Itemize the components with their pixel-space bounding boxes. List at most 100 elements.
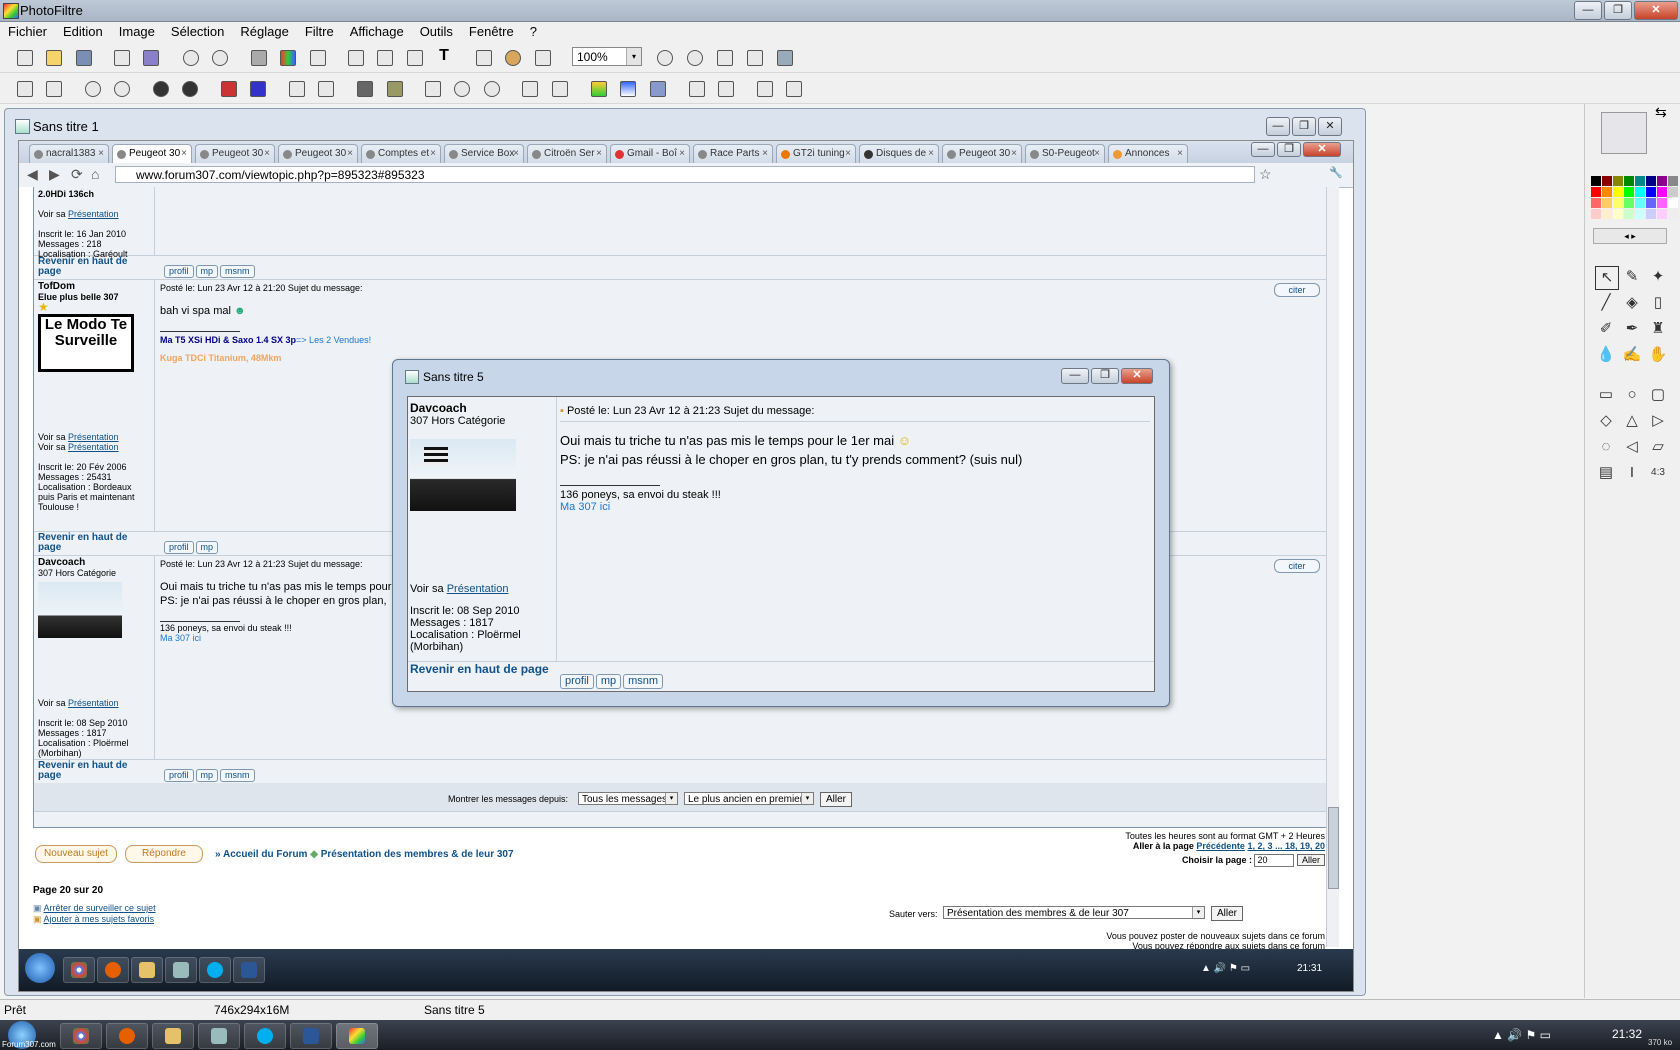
- ellipse-select-icon[interactable]: ○: [1621, 384, 1643, 406]
- presentation-link[interactable]: Présentation: [68, 698, 119, 708]
- rounded-rect-icon[interactable]: ▢: [1647, 384, 1669, 406]
- color-swatch[interactable]: [1613, 198, 1623, 208]
- fill-bucket-icon[interactable]: ◈: [1621, 292, 1643, 314]
- rotate-icon[interactable]: [754, 78, 774, 98]
- pm-button[interactable]: mp: [595, 674, 622, 689]
- img-maximize-button[interactable]: ❐: [1091, 368, 1119, 384]
- doc-minimize-button[interactable]: —: [1266, 117, 1290, 136]
- go-page-button[interactable]: Aller: [1296, 854, 1325, 866]
- firefox-app[interactable]: [106, 1023, 148, 1049]
- new-file-icon[interactable]: [14, 47, 34, 67]
- color-swatch[interactable]: [1635, 187, 1645, 197]
- saturation-minus-icon[interactable]: [218, 78, 238, 98]
- photofiltre-app[interactable]: [336, 1023, 378, 1049]
- color-swatch[interactable]: [1613, 209, 1623, 219]
- browser-close-button[interactable]: ✕: [1303, 142, 1341, 157]
- gradient-icon[interactable]: [588, 78, 608, 98]
- pen-icon[interactable]: ✒: [1621, 318, 1643, 340]
- color-swatch[interactable]: [1602, 198, 1612, 208]
- color-swatch[interactable]: [1646, 176, 1656, 186]
- sharpen-icon[interactable]: [422, 78, 442, 98]
- crop-icon[interactable]: [404, 47, 424, 67]
- color-palette-icon[interactable]: [277, 47, 297, 67]
- stamp-icon[interactable]: ♜: [1647, 318, 1669, 340]
- zoom-select[interactable]: 100% ▾: [572, 47, 642, 66]
- actual-size-icon[interactable]: [744, 47, 764, 67]
- back-to-top-link[interactable]: Revenir en haut de page: [38, 761, 148, 781]
- window-icon[interactable]: [532, 47, 552, 67]
- contrast-plus-icon[interactable]: [179, 78, 199, 98]
- browser-tab[interactable]: Race Parts ×: [693, 144, 773, 163]
- color-swatch[interactable]: [1591, 209, 1601, 219]
- color-swatch[interactable]: [1646, 198, 1656, 208]
- sort-order-select[interactable]: Le plus ancien en premier ▾: [684, 792, 814, 805]
- color-swatch[interactable]: [1657, 198, 1667, 208]
- forward-icon[interactable]: ▶: [49, 166, 60, 183]
- inner-skype-app[interactable]: [199, 957, 231, 983]
- mosaic-icon[interactable]: [384, 78, 404, 98]
- transform-icon[interactable]: [783, 78, 803, 98]
- texture-icon[interactable]: [647, 78, 667, 98]
- layer-tree-icon[interactable]: [473, 47, 493, 67]
- pm-button[interactable]: mp: [195, 769, 219, 782]
- browser-tab[interactable]: Service Box ×: [444, 144, 524, 163]
- browser-tab[interactable]: Peugeot 30 ×: [278, 144, 358, 163]
- palette-scroll-arrows[interactable]: ◂ ▸: [1593, 228, 1667, 244]
- line-tool-icon[interactable]: ╱: [1595, 292, 1617, 314]
- chrome-app[interactable]: [60, 1023, 102, 1049]
- settings-wrench-icon[interactable]: 🔧: [1329, 166, 1343, 179]
- breadcrumb-forum-home[interactable]: Accueil du Forum: [223, 849, 307, 860]
- back-to-top-link[interactable]: Revenir en haut de page: [38, 533, 148, 553]
- jump-go-button[interactable]: Aller: [1211, 906, 1244, 921]
- menu-affichage[interactable]: Affichage: [342, 22, 412, 42]
- previous-page-link[interactable]: Précédente: [1196, 841, 1245, 851]
- diamond-select-icon[interactable]: ◇: [1595, 410, 1617, 432]
- go-button[interactable]: Aller: [820, 792, 853, 807]
- messages-since-select[interactable]: Tous les messages ▾: [578, 792, 678, 805]
- img-minimize-button[interactable]: —: [1061, 368, 1089, 384]
- signature-link[interactable]: Ma 307 ici: [560, 501, 610, 513]
- color-swatch[interactable]: [1668, 198, 1678, 208]
- hand-tool-icon[interactable]: ✋: [1647, 344, 1669, 366]
- stop-watching-link[interactable]: Arrêter de surveiller ce sujet: [44, 903, 156, 913]
- msn-button[interactable]: msnm: [220, 265, 255, 278]
- fit-window-icon[interactable]: [714, 47, 734, 67]
- color-swatch[interactable]: [1591, 176, 1601, 186]
- polygon-lasso-icon[interactable]: ◁: [1621, 436, 1643, 458]
- gradient-blue-icon[interactable]: [617, 78, 637, 98]
- canvas-size-icon[interactable]: [374, 47, 394, 67]
- back-to-top-link[interactable]: Revenir en haut de page: [410, 663, 550, 675]
- transparency-icon[interactable]: [307, 47, 327, 67]
- inner-chrome-app[interactable]: [63, 957, 95, 983]
- breadcrumb-category[interactable]: Présentation des membres & de leur 307: [321, 849, 514, 860]
- foreground-color-swatch[interactable]: [1601, 112, 1647, 154]
- home-icon[interactable]: ⌂: [91, 166, 99, 182]
- color-swatch[interactable]: [1657, 209, 1667, 219]
- open-folder-icon[interactable]: [43, 47, 63, 67]
- zoom-in-icon[interactable]: [654, 47, 674, 67]
- blur-more-icon[interactable]: [481, 78, 501, 98]
- menu-reglage[interactable]: Réglage: [232, 22, 296, 42]
- browser-tab[interactable]: Citroën Ser ×: [527, 144, 607, 163]
- msn-button[interactable]: msnm: [623, 674, 664, 689]
- browser-minimize-button[interactable]: —: [1251, 142, 1275, 157]
- back-icon[interactable]: ◀: [27, 166, 38, 183]
- color-swatch[interactable]: [1646, 187, 1656, 197]
- color-swatch[interactable]: [1635, 209, 1645, 219]
- flip-icon[interactable]: [715, 78, 735, 98]
- gamma-plus-icon[interactable]: [315, 78, 335, 98]
- open-shape-icon[interactable]: ▱: [1647, 436, 1669, 458]
- presentation-link[interactable]: Présentation: [68, 442, 119, 452]
- address-bar[interactable]: www.forum307.com/viewtopic.php?p=895323#…: [115, 166, 1255, 183]
- menu-help[interactable]: ?: [522, 22, 545, 42]
- swap-colors-icon[interactable]: ⇆: [1655, 104, 1667, 121]
- brightness-plus-icon[interactable]: [111, 78, 131, 98]
- doc-close-button[interactable]: ✕: [1318, 117, 1342, 136]
- inner-explorer-app[interactable]: [131, 957, 163, 983]
- browser-tab[interactable]: Disques de ×: [859, 144, 939, 163]
- menu-edition[interactable]: Edition: [55, 22, 111, 42]
- smudge-icon[interactable]: ✍: [1621, 344, 1643, 366]
- inner-word-app[interactable]: [233, 957, 265, 983]
- bookmark-star-icon[interactable]: ☆: [1259, 166, 1272, 183]
- color-swatch[interactable]: [1613, 176, 1623, 186]
